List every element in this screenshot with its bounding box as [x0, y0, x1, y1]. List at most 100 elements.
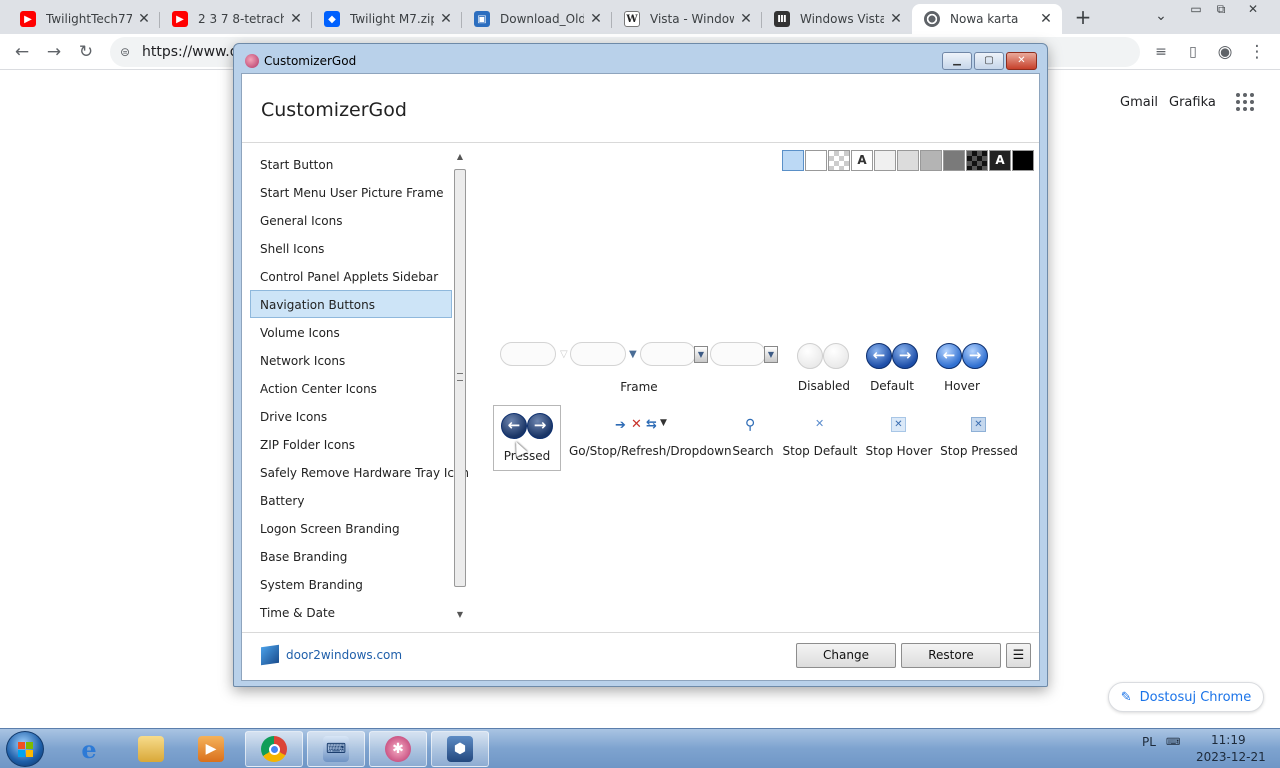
- gmail-link[interactable]: Gmail: [1120, 95, 1158, 110]
- menu-button[interactable]: ☰: [1006, 643, 1031, 668]
- door2windows-link[interactable]: door2windows.com: [261, 644, 402, 666]
- clock-time[interactable]: 11:19: [1211, 733, 1246, 747]
- menu-icon[interactable]: ⋮: [1245, 40, 1269, 64]
- tab-5[interactable]: W Vista - Windows ✕: [612, 4, 762, 34]
- close-icon[interactable]: ✕: [288, 11, 304, 27]
- list-item[interactable]: Action Center Icons: [250, 374, 452, 402]
- profile-icon[interactable]: ◉: [1213, 40, 1237, 64]
- list-item[interactable]: Network Icons: [250, 346, 452, 374]
- media-icon[interactable]: ≡: [1149, 40, 1173, 64]
- side-panel-icon[interactable]: ▯: [1181, 40, 1205, 64]
- explorer-icon[interactable]: [122, 731, 180, 767]
- restore-button[interactable]: Restore: [901, 643, 1001, 668]
- tab-3[interactable]: ◆ Twilight M7.zip ✕: [312, 4, 462, 34]
- start-orb-icon[interactable]: [6, 731, 44, 767]
- hover-back-icon[interactable]: ←: [936, 343, 962, 369]
- virtualbox-icon[interactable]: ⬢: [431, 731, 489, 767]
- close-icon[interactable]: ✕: [438, 11, 454, 27]
- window-close-button[interactable]: ✕: [1006, 52, 1037, 70]
- list-item[interactable]: General Icons: [250, 206, 452, 234]
- customize-chrome-button[interactable]: ✎ Dostosuj Chrome: [1108, 682, 1264, 712]
- hover-forward-icon[interactable]: →: [962, 343, 988, 369]
- close-icon[interactable]: ✕: [1038, 11, 1054, 27]
- window-titlebar[interactable]: CustomizerGod ▁ ▢ ✕: [234, 44, 1047, 74]
- swatch-gray[interactable]: [897, 150, 919, 171]
- swatch-dark-checker[interactable]: [966, 150, 988, 171]
- close-icon[interactable]: ✕: [136, 11, 152, 27]
- internet-explorer-icon[interactable]: e: [60, 731, 118, 767]
- tab-2[interactable]: ▶ 2 3 7 8-tetrachlo ✕: [160, 4, 312, 34]
- default-back-icon[interactable]: ←: [866, 343, 892, 369]
- customizergod-taskbar-icon[interactable]: ✱: [369, 731, 427, 767]
- tab-7-active[interactable]: Nowa karta ✕: [912, 4, 1062, 34]
- swatch-white[interactable]: [805, 150, 827, 171]
- list-item[interactable]: Control Panel Applets Sidebar: [250, 262, 452, 290]
- list-item[interactable]: Time & Date: [250, 598, 452, 626]
- window-maximize-button[interactable]: ▢: [974, 52, 1004, 70]
- scroll-up-icon[interactable]: ▲: [453, 152, 467, 164]
- reload-icon[interactable]: ↻: [74, 40, 98, 64]
- customize-label: Dostosuj Chrome: [1139, 689, 1252, 705]
- chrome-taskbar-icon[interactable]: [245, 731, 303, 767]
- list-item[interactable]: Drive Icons: [250, 402, 452, 430]
- site-info-icon[interactable]: ⊜: [120, 45, 134, 59]
- pressed-forward-icon[interactable]: →: [527, 413, 553, 439]
- list-item[interactable]: ZIP Folder Icons: [250, 430, 452, 458]
- list-item[interactable]: Battery: [250, 486, 452, 514]
- swatch-checker[interactable]: [828, 150, 850, 171]
- tab-title: TwilightTech770: [46, 12, 132, 26]
- swatch-lightgray[interactable]: [874, 150, 896, 171]
- list-item[interactable]: System Branding: [250, 570, 452, 598]
- maximize-button[interactable]: ⧉: [1208, 0, 1234, 18]
- list-scrollbar[interactable]: ▲ ▼: [453, 152, 467, 624]
- app-icon: [245, 54, 259, 68]
- swatch-text-a[interactable]: A: [851, 150, 873, 171]
- stop-hover-icon: ✕: [891, 417, 906, 432]
- images-link[interactable]: Grafika: [1169, 95, 1216, 110]
- media-player-icon[interactable]: ▶: [182, 731, 240, 767]
- close-button[interactable]: ✕: [1240, 0, 1266, 18]
- list-item[interactable]: Logon Screen Branding: [250, 514, 452, 542]
- close-icon[interactable]: ✕: [588, 11, 604, 27]
- tab-search-icon[interactable]: ⌄: [1152, 8, 1170, 26]
- window-minimize-button[interactable]: ▁: [942, 52, 972, 70]
- header-divider: [242, 142, 1039, 143]
- archive-icon: Ⅲ: [774, 11, 790, 27]
- keyboard-icon[interactable]: ⌨: [1166, 737, 1180, 748]
- tab-title: 2 3 7 8-tetrachlo: [198, 12, 284, 26]
- scrollbar-thumb[interactable]: [454, 169, 466, 587]
- new-tab-button[interactable]: +: [1072, 7, 1094, 29]
- change-button[interactable]: Change: [796, 643, 896, 668]
- pressed-back-icon[interactable]: ←: [501, 413, 527, 439]
- list-item[interactable]: Base Branding: [250, 542, 452, 570]
- list-item[interactable]: Shell Icons: [250, 234, 452, 262]
- app-name-heading: CustomizerGod: [261, 99, 407, 121]
- swatch-dark-a[interactable]: A: [989, 150, 1011, 171]
- list-item-selected[interactable]: Navigation Buttons: [250, 290, 452, 318]
- list-item[interactable]: Start Menu User Picture Frame: [250, 178, 452, 206]
- swatch-black[interactable]: [1012, 150, 1034, 171]
- language-indicator[interactable]: PL: [1142, 735, 1156, 749]
- keyboard-app-icon[interactable]: ⌨: [307, 731, 365, 767]
- close-icon[interactable]: ✕: [888, 11, 904, 27]
- scroll-down-icon[interactable]: ▼: [453, 610, 467, 622]
- back-icon[interactable]: ←: [10, 40, 34, 64]
- swatch-midgray[interactable]: [920, 150, 942, 171]
- background-swatches: A A: [782, 150, 1034, 171]
- swatch-darkgray[interactable]: [943, 150, 965, 171]
- tab-title: Download_Old_: [500, 12, 584, 26]
- forward-icon[interactable]: →: [42, 40, 66, 64]
- swatch-light-blue[interactable]: [782, 150, 804, 171]
- clock-date[interactable]: 2023-12-21: [1196, 750, 1266, 764]
- tab-6[interactable]: Ⅲ Windows Vista I ✕: [762, 4, 912, 34]
- list-item[interactable]: Safely Remove Hardware Tray Icon: [250, 458, 469, 486]
- minimize-button[interactable]: ▭: [1183, 0, 1209, 18]
- tab-4[interactable]: ▣ Download_Old_ ✕: [462, 4, 612, 34]
- list-item[interactable]: Start Button: [250, 150, 452, 178]
- default-forward-icon[interactable]: →: [892, 343, 918, 369]
- close-icon[interactable]: ✕: [738, 11, 754, 27]
- list-item[interactable]: Volume Icons: [250, 318, 452, 346]
- tab-1[interactable]: ▶ TwilightTech770 ✕: [8, 4, 160, 34]
- window-client: CustomizerGod Start Button Start Menu Us…: [241, 73, 1040, 681]
- apps-grid-icon[interactable]: [1236, 93, 1254, 111]
